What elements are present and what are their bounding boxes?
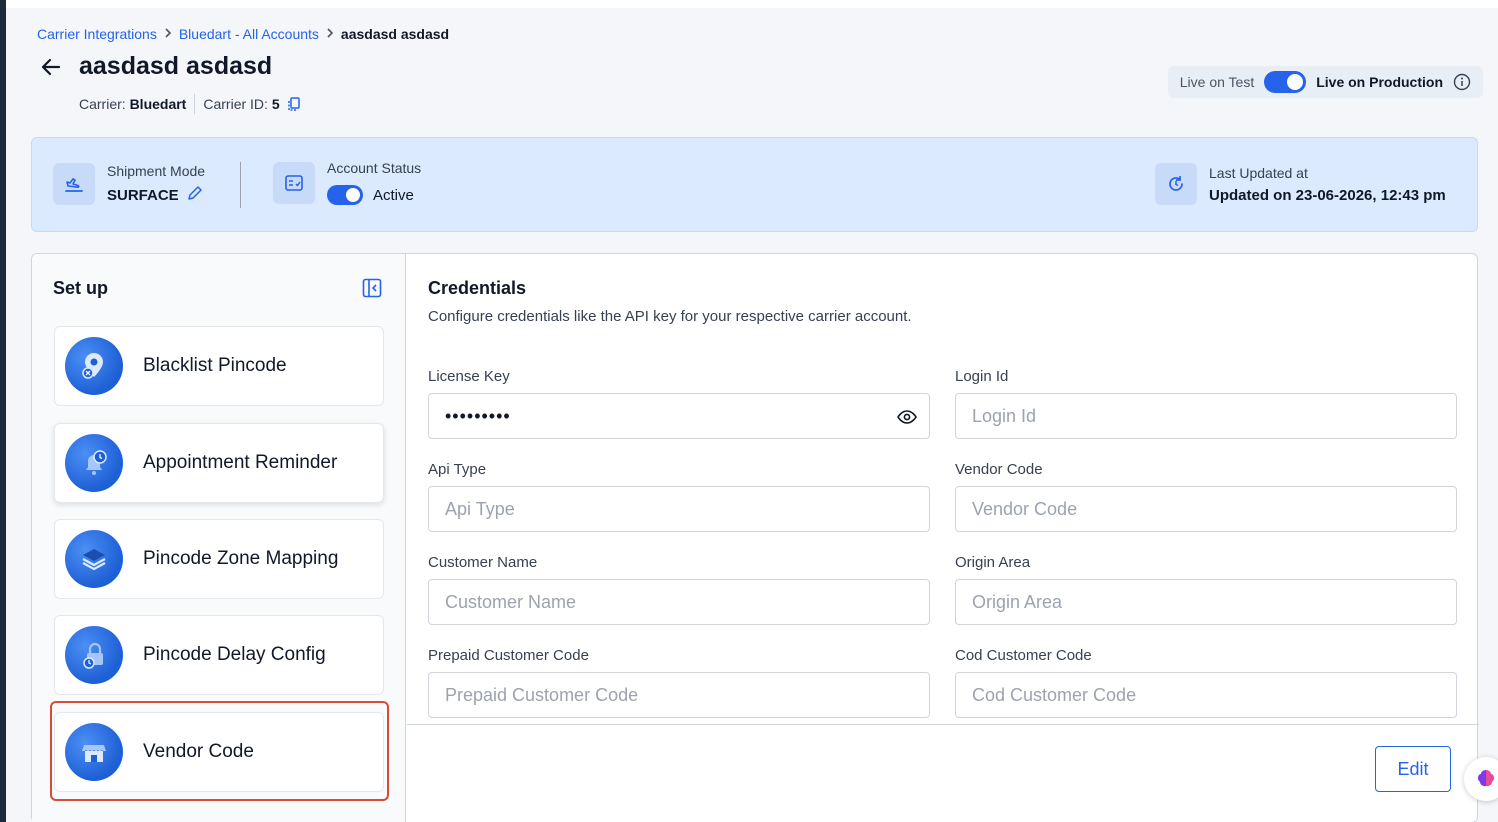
title-row: aasdasd asdasd: [37, 52, 272, 81]
breadcrumb-bluedart-accounts[interactable]: Bluedart - All Accounts: [179, 26, 319, 42]
setup-item-pincode-delay-config[interactable]: Pincode Delay Config: [54, 615, 384, 695]
page-title: aasdasd asdasd: [79, 52, 273, 80]
divider: [240, 162, 241, 208]
last-updated-value: Updated on 23-06-2026, 12:43 pm: [1209, 186, 1446, 204]
setup-item-pincode-zone-mapping[interactable]: Pincode Zone Mapping: [54, 519, 384, 599]
field-label: Cod Customer Code: [955, 647, 1092, 664]
customer-name-input[interactable]: [445, 591, 913, 613]
field-label: Customer Name: [428, 554, 538, 571]
prepaid-customer-code-input[interactable]: [445, 684, 913, 706]
storefront-icon: [65, 723, 123, 781]
credentials-title: Credentials: [428, 278, 527, 298]
live-on-production-label: Live on Production: [1316, 74, 1443, 90]
customer-name-field: Customer Name: [428, 554, 930, 625]
environment-toggle: Live on Test Live on Production: [1167, 66, 1483, 98]
setup-item-vendor-code[interactable]: Vendor Code: [54, 712, 384, 792]
credentials-description: Configure credentials like the API key f…: [428, 308, 912, 325]
setup-item-label: Pincode Zone Mapping: [143, 548, 339, 569]
account-status-switch[interactable]: [327, 185, 363, 205]
login-id-field: Login Id: [955, 368, 1457, 439]
checklist-icon: [273, 161, 315, 204]
prepaid-customer-code-field: Prepaid Customer Code: [428, 647, 930, 718]
breadcrumb-carrier-integrations[interactable]: Carrier Integrations: [37, 26, 157, 42]
field-label: Vendor Code: [955, 461, 1043, 478]
last-updated-label: Last Updated at: [1209, 164, 1308, 181]
bell-clock-icon: [65, 434, 123, 492]
shipment-mode-label: Shipment Mode: [107, 163, 206, 179]
environment-switch[interactable]: [1264, 71, 1307, 93]
account-status-value: Active: [373, 186, 414, 204]
account-status: Account Status Active: [273, 160, 421, 205]
setup-panel: Set up Blacklist Pincode Appointment Rem…: [32, 254, 406, 822]
api-type-input[interactable]: [445, 498, 913, 520]
brain-icon: [1478, 770, 1494, 786]
setup-title: Set up: [53, 278, 109, 298]
divider: [407, 724, 1479, 725]
setup-item-label: Pincode Delay Config: [143, 644, 326, 665]
cod-customer-code-field: Cod Customer Code: [955, 647, 1457, 718]
breadcrumb-current: aasdasd asdasd: [340, 26, 450, 42]
chevron-right-icon: [163, 27, 173, 42]
setup-item-label: Vendor Code: [143, 741, 254, 762]
credentials-panel: Credentials Configure credentials like t…: [407, 254, 1479, 822]
setup-item-appointment-reminder[interactable]: Appointment Reminder: [54, 423, 384, 503]
field-label: Login Id: [955, 368, 1009, 385]
last-updated: Last Updated at Updated on 23-06-2026, 1…: [1155, 163, 1446, 205]
vendor-code-input[interactable]: [972, 498, 1440, 520]
field-label: Api Type: [428, 461, 487, 478]
field-label: Origin Area: [955, 554, 1031, 571]
setup-item-blacklist-pincode[interactable]: Blacklist Pincode: [54, 326, 384, 406]
carrier-meta: Carrier: Bluedart Carrier ID: 5: [79, 94, 302, 114]
chevron-right-icon: [325, 27, 335, 42]
login-id-input[interactable]: [972, 405, 1440, 427]
field-label: Prepaid Customer Code: [428, 647, 589, 664]
pencil-icon[interactable]: [187, 185, 203, 205]
plane-icon: [53, 163, 95, 205]
license-key-field: License Key: [428, 368, 930, 439]
copy-icon[interactable]: [286, 96, 302, 112]
account-status-label: Account Status: [327, 160, 422, 176]
shipment-mode: Shipment Mode SURFACE: [53, 163, 205, 205]
live-on-test-label: Live on Test: [1179, 74, 1255, 90]
arrow-left-icon: [41, 58, 61, 75]
origin-area-field: Origin Area: [955, 554, 1457, 625]
cod-customer-code-input[interactable]: [972, 684, 1440, 706]
divider: [194, 94, 196, 114]
shipment-mode-value: SURFACE: [107, 186, 179, 204]
map-pin-x-icon: [65, 337, 123, 395]
edit-button[interactable]: Edit: [1375, 746, 1451, 792]
vendor-code-field: Vendor Code: [955, 461, 1457, 532]
carrier-id-label: Carrier ID:: [203, 96, 268, 112]
layers-icon: [65, 530, 123, 588]
lock-clock-icon: [65, 626, 123, 684]
top-bar: [6, 0, 1498, 8]
origin-area-input[interactable]: [972, 591, 1440, 613]
refresh-clock-icon: [1155, 163, 1197, 205]
api-type-field: Api Type: [428, 461, 930, 532]
breadcrumb: Carrier Integrations Bluedart - All Acco…: [37, 26, 449, 42]
main-card: Set up Blacklist Pincode Appointment Rem…: [31, 253, 1479, 822]
status-card: Shipment Mode SURFACE Account Status Act…: [31, 137, 1478, 232]
carrier-value: Bluedart: [129, 96, 187, 112]
info-icon[interactable]: [1453, 73, 1471, 91]
license-key-input[interactable]: [445, 405, 913, 427]
eye-icon[interactable]: [897, 408, 917, 431]
setup-item-label: Blacklist Pincode: [143, 355, 287, 376]
collapse-panel-icon[interactable]: [362, 278, 382, 303]
carrier-label: Carrier:: [79, 96, 126, 112]
back-button[interactable]: [37, 53, 65, 81]
field-label: License Key: [428, 368, 510, 385]
setup-item-label: Appointment Reminder: [143, 452, 338, 473]
carrier-id-value: 5: [271, 96, 280, 112]
